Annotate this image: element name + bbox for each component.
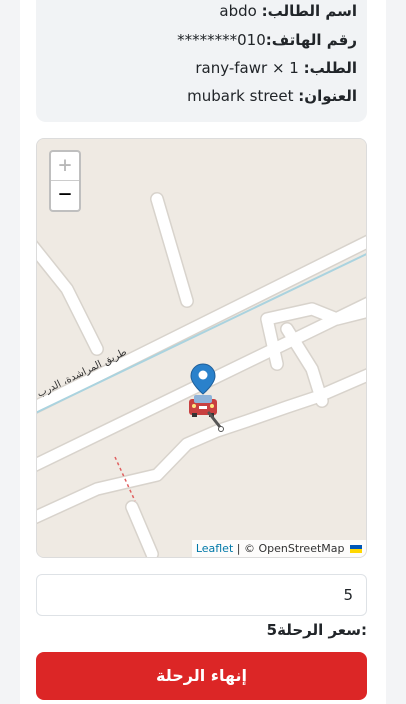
fare-input[interactable] — [36, 574, 367, 616]
map-tiles: طريق المراشدة، الدرب — [37, 139, 366, 557]
zoom-in-button[interactable]: + — [51, 152, 79, 181]
phone-label: رقم الهاتف: — [265, 31, 357, 49]
order-info-card: اسم الطالب: abdo رقم الهاتف:010******** … — [36, 0, 367, 122]
order-row: الطلب: rany-fawr × 1 — [195, 58, 357, 78]
address-row: العنوان: mubark street — [187, 86, 357, 106]
phone-value: 010******** — [177, 31, 266, 49]
fare-label: :سعر الرحلة5 — [266, 621, 367, 639]
end-trip-button[interactable]: إنهاء الرحلة — [36, 652, 367, 700]
page-container: اسم الطالب: abdo رقم الهاتف:010******** … — [20, 0, 386, 704]
leaflet-link[interactable]: Leaflet — [196, 542, 233, 555]
phone-row: رقم الهاتف:010******** — [177, 30, 357, 50]
address-label: العنوان: — [298, 87, 357, 105]
map-view[interactable]: طريق المراشدة، الدرب + − Leaflet | © Ope… — [36, 138, 367, 558]
attribution-separator: | © — [233, 542, 259, 555]
student-name-value: abdo — [219, 2, 257, 20]
zoom-out-button[interactable]: − — [51, 181, 79, 210]
student-name-label: اسم الطالب: — [261, 2, 357, 20]
route-end-dot — [218, 426, 224, 432]
ukraine-flag-icon — [350, 545, 362, 553]
address-value: mubark street — [187, 87, 294, 105]
order-label: الطلب: — [303, 59, 357, 77]
zoom-control: + − — [49, 150, 81, 212]
student-name-row: اسم الطالب: abdo — [219, 1, 357, 21]
map-attribution: Leaflet | © OpenStreetMap — [191, 540, 366, 557]
order-value: rany-fawr × 1 — [195, 59, 299, 77]
osm-link[interactable]: OpenStreetMap — [258, 542, 344, 555]
